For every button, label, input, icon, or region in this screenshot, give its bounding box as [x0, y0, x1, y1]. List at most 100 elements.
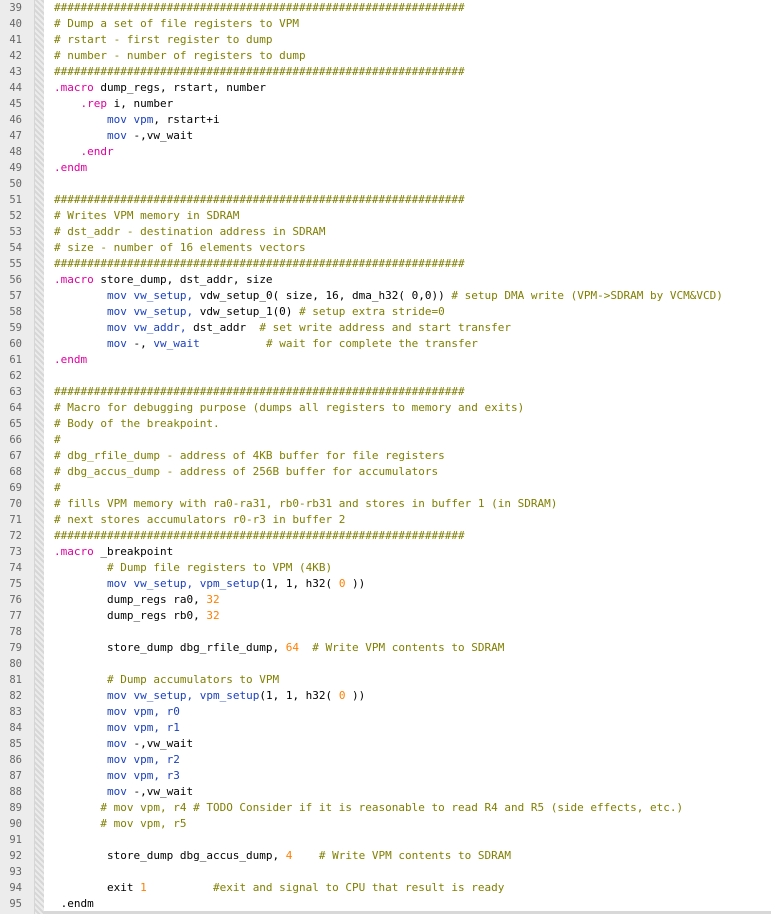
- code-text: # mov vpm, r5: [54, 816, 186, 832]
- code-line[interactable]: 60 mov -, vw_wait # wait for complete th…: [0, 336, 771, 352]
- code-comment: # dbg_accus_dump - address of 256B buffe…: [54, 465, 439, 478]
- code-line[interactable]: 46 mov vpm, rstart+i: [0, 112, 771, 128]
- code-line[interactable]: 86 mov vpm, r2: [0, 752, 771, 768]
- code-directive: .macro: [54, 81, 94, 94]
- code-line[interactable]: 45 .rep i, number: [0, 96, 771, 112]
- code-line[interactable]: 47 mov -,vw_wait: [0, 128, 771, 144]
- code-text: mov vpm, r0: [54, 704, 180, 720]
- code-line[interactable]: 90 # mov vpm, r5: [0, 816, 771, 832]
- code-line[interactable]: 64 # Macro for debugging purpose (dumps a…: [0, 400, 771, 416]
- code-line[interactable]: 54 # size - number of 16 elements vectors: [0, 240, 771, 256]
- code-line[interactable]: 92 store_dump dbg_accus_dump, 4 # Write …: [0, 848, 771, 864]
- code-line[interactable]: 91: [0, 832, 771, 848]
- code-line[interactable]: 69 #: [0, 480, 771, 496]
- code-line[interactable]: 85 mov -,vw_wait: [0, 736, 771, 752]
- code-line[interactable]: 65 # Body of the breakpoint.: [0, 416, 771, 432]
- code-line[interactable]: 58 mov vw_setup, vdw_setup_1(0) # setup …: [0, 304, 771, 320]
- code-line[interactable]: 50: [0, 176, 771, 192]
- code-line[interactable]: 53 # dst_addr - destination address in SD…: [0, 224, 771, 240]
- code-line[interactable]: 76 dump_regs ra0, 32: [0, 592, 771, 608]
- code-text: .endm: [54, 896, 94, 912]
- code-line[interactable]: 63 ######################################…: [0, 384, 771, 400]
- line-number: 68: [9, 466, 22, 478]
- code-line[interactable]: 81 # Dump accumulators to VPM: [0, 672, 771, 688]
- code-line[interactable]: 89 # mov vpm, r4 # TODO Consider if it i…: [0, 800, 771, 816]
- code-comment: # wait for complete the transfer: [265, 337, 478, 350]
- code-line[interactable]: 66 #: [0, 432, 771, 448]
- code-line[interactable]: 41 # rstart - first register to dump: [0, 32, 771, 48]
- code-line[interactable]: 52 # Writes VPM memory in SDRAM: [0, 208, 771, 224]
- code-line[interactable]: 70 # fills VPM memory with ra0-ra31, rb0-…: [0, 496, 771, 512]
- code-text: mov -,vw_wait: [54, 736, 193, 752]
- code-line[interactable]: 48 .endr: [0, 144, 771, 160]
- line-number: 76: [9, 594, 22, 606]
- code-line[interactable]: 39 ######################################…: [0, 0, 771, 16]
- code-line[interactable]: 57 mov vw_setup, vdw_setup_0( size, 16, …: [0, 288, 771, 304]
- code-register: vpm_setup: [199, 689, 260, 702]
- code-line[interactable]: 94 exit 1 #exit and signal to CPU that r…: [0, 880, 771, 896]
- code-text: .endm: [54, 160, 87, 176]
- code-line[interactable]: 95 .endm: [0, 896, 771, 912]
- code-comment: # Body of the breakpoint.: [54, 417, 220, 430]
- code-comment: ########################################…: [54, 65, 465, 78]
- code-line[interactable]: 79 store_dump dbg_rfile_dump, 64 # Write…: [0, 640, 771, 656]
- code-line[interactable]: 77 dump_regs rb0, 32: [0, 608, 771, 624]
- code-line[interactable]: 44 .macro dump_regs, rstart, number: [0, 80, 771, 96]
- line-number: 56: [9, 274, 22, 286]
- code-text: .endr: [54, 144, 114, 160]
- code-text: # dst_addr - destination address in SDRA…: [54, 224, 326, 240]
- code-line[interactable]: 43 ######################################…: [0, 64, 771, 80]
- code-line[interactable]: 56 .macro store_dump, dst_addr, size: [0, 272, 771, 288]
- code-text: mov vpm, r1: [54, 720, 180, 736]
- code-instruction: mov: [106, 753, 127, 766]
- code-line[interactable]: 40 # Dump a set of file registers to VPM: [0, 16, 771, 32]
- line-number: 84: [9, 722, 22, 734]
- code-line[interactable]: 71 # next stores accumulators r0-r3 in bu…: [0, 512, 771, 528]
- code-comment: # set write address and start transfer: [259, 321, 511, 334]
- code-line[interactable]: 67 # dbg_rfile_dump - address of 4KB buff…: [0, 448, 771, 464]
- code-line[interactable]: 84 mov vpm, r1: [0, 720, 771, 736]
- code-token: dst_addr: [186, 321, 260, 334]
- code-line[interactable]: 87 mov vpm, r3: [0, 768, 771, 784]
- code-directive: .macro: [54, 545, 94, 558]
- code-line[interactable]: 83 mov vpm, r0: [0, 704, 771, 720]
- code-line[interactable]: 49 .endm: [0, 160, 771, 176]
- line-number: 40: [9, 18, 22, 30]
- code-line[interactable]: 88 mov -,vw_wait: [0, 784, 771, 800]
- code-text: mov -,vw_wait: [54, 128, 193, 144]
- code-text: #: [54, 480, 61, 496]
- code-line[interactable]: 82 mov vw_setup, vpm_setup(1, 1, h32( 0 …: [0, 688, 771, 704]
- code-line[interactable]: 72 ######################################…: [0, 528, 771, 544]
- code-comment: # Writes VPM memory in SDRAM: [54, 209, 240, 222]
- code-line[interactable]: 42 # number - number of registers to dump: [0, 48, 771, 64]
- code-line[interactable]: 61 .endm: [0, 352, 771, 368]
- code-line[interactable]: 80: [0, 656, 771, 672]
- code-line[interactable]: 75 mov vw_setup, vpm_setup(1, 1, h32( 0 …: [0, 576, 771, 592]
- code-line[interactable]: 62: [0, 368, 771, 384]
- code-line[interactable]: 93: [0, 864, 771, 880]
- code-instruction: mov: [106, 577, 127, 590]
- line-number: 81: [9, 674, 22, 686]
- code-line[interactable]: 59 mov vw_addr, dst_addr # set write add…: [0, 320, 771, 336]
- code-line[interactable]: 68 # dbg_accus_dump - address of 256B buf…: [0, 464, 771, 480]
- code-line[interactable]: 55 ######################################…: [0, 256, 771, 272]
- code-line[interactable]: 78: [0, 624, 771, 640]
- code-line[interactable]: 74 # Dump file registers to VPM (4KB): [0, 560, 771, 576]
- code-text: # dbg_rfile_dump - address of 4KB buffer…: [54, 448, 445, 464]
- line-number: 57: [9, 290, 22, 302]
- code-editor[interactable]: 39 ######################################…: [0, 0, 771, 914]
- code-comment: # rstart - first register to dump: [54, 33, 273, 46]
- line-number: 74: [9, 562, 22, 574]
- code-token: -,vw_wait: [126, 737, 194, 750]
- code-line[interactable]: 73 .macro _breakpoint: [0, 544, 771, 560]
- code-comment: ########################################…: [54, 529, 465, 542]
- code-comment: # dbg_rfile_dump - address of 4KB buffer…: [54, 449, 445, 462]
- code-comment: # fills VPM memory with ra0-ra31, rb0-rb…: [54, 497, 558, 510]
- code-line[interactable]: 51 ######################################…: [0, 192, 771, 208]
